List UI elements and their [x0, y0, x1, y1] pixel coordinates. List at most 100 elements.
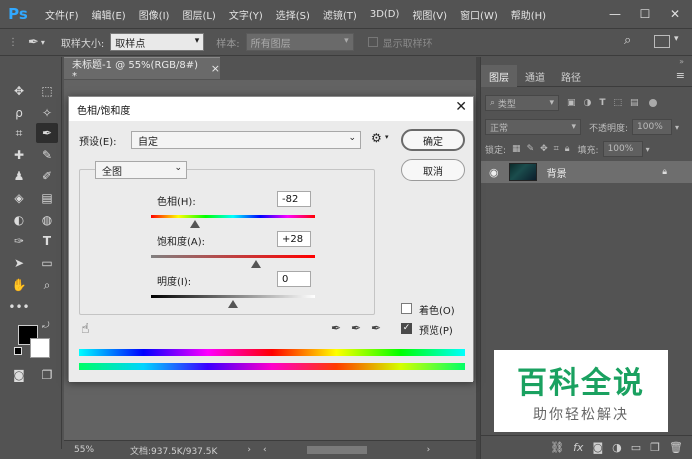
menu-edit[interactable]: 编辑(E)	[92, 7, 126, 22]
gradient-tool-icon[interactable]: ▤	[36, 188, 58, 208]
crop-tool-icon[interactable]: ⌗	[8, 123, 30, 143]
menu-3d[interactable]: 3D(D)	[370, 9, 400, 20]
preset-options-chevron-icon[interactable]: ▾	[385, 133, 389, 141]
hue-input[interactable]: -82	[277, 191, 311, 207]
maximize-button[interactable]: ☐	[630, 0, 660, 28]
hue-slider-thumb[interactable]	[190, 220, 201, 228]
filter-smart-object-icon[interactable]: ▤	[630, 98, 639, 108]
more-tools-icon[interactable]: •••	[8, 297, 30, 317]
new-group-icon[interactable]: ▭	[631, 441, 641, 454]
blend-mode-select[interactable]: 正常 ▾	[485, 119, 581, 135]
tab-channels[interactable]: 通道	[517, 65, 553, 87]
blur-tool-icon[interactable]: ◐	[8, 210, 30, 230]
rectangle-tool-icon[interactable]: ▭	[36, 253, 58, 273]
menu-filter[interactable]: 滤镜(T)	[323, 7, 357, 22]
history-brush-tool-icon[interactable]: ✐	[36, 166, 58, 186]
eyedropper-tool-icon[interactable]: ✒	[28, 35, 39, 50]
menu-file[interactable]: 文件(F)	[45, 7, 79, 22]
channel-select[interactable]: 全图 ⌄	[95, 161, 187, 179]
layer-row-background[interactable]: ◉ 背景 🔒︎	[481, 161, 692, 183]
saturation-input[interactable]: +28	[277, 231, 311, 247]
visibility-eye-icon[interactable]: ◉	[489, 166, 499, 179]
fill-chevron-icon[interactable]: ▾	[646, 145, 650, 154]
menu-image[interactable]: 图像(I)	[139, 7, 170, 22]
eyedropper-minus-icon[interactable]: ✒	[371, 321, 381, 335]
swap-colors-icon[interactable]: ⤾	[42, 321, 50, 331]
menu-select[interactable]: 选择(S)	[276, 7, 310, 22]
tab-paths[interactable]: 路径	[553, 65, 589, 87]
layer-style-icon[interactable]: fx	[573, 441, 583, 454]
default-colors-icon[interactable]	[14, 347, 22, 355]
clone-stamp-tool-icon[interactable]: ♟	[8, 166, 30, 186]
document-tab[interactable]: 未标题-1 @ 55%(RGB/8#) * ×	[64, 57, 220, 82]
ok-button[interactable]: 确定	[401, 129, 465, 151]
delete-layer-icon[interactable]: 🗑︎	[669, 441, 683, 454]
lightness-input[interactable]: 0	[277, 271, 311, 287]
background-color-swatch[interactable]	[30, 338, 50, 358]
preset-options-gear-icon[interactable]: ⚙︎	[371, 131, 382, 145]
preset-select[interactable]: 自定 ⌄	[131, 131, 361, 149]
filter-adjustment-icon[interactable]: ◑	[584, 98, 592, 108]
screen-mode-icon[interactable]: ❐	[36, 365, 58, 385]
magic-wand-tool-icon[interactable]: ✧	[36, 103, 58, 123]
quick-mask-icon[interactable]: ◙	[8, 365, 30, 385]
filter-toggle-icon[interactable]	[648, 99, 657, 107]
eyedropper-plus-icon[interactable]: ✒	[351, 321, 361, 335]
lock-pixels-icon[interactable]: ✎	[527, 144, 535, 154]
layer-mask-icon[interactable]: ◙	[592, 441, 603, 454]
filter-shape-icon[interactable]: ⬚	[614, 98, 623, 108]
colorize-checkbox[interactable]	[401, 303, 412, 314]
scroll-right-icon[interactable]: ›	[427, 445, 431, 455]
dodge-tool-icon[interactable]: ◍	[36, 210, 58, 230]
close-window-button[interactable]: ✕	[660, 0, 690, 28]
sample-select[interactable]: 所有图层 ▾	[245, 33, 354, 51]
lightness-slider-thumb[interactable]	[228, 300, 238, 308]
close-icon[interactable]: ✕	[455, 99, 467, 115]
adjustment-layer-icon[interactable]: ◑	[612, 441, 622, 454]
link-layers-icon[interactable]: ⛓	[550, 441, 564, 454]
search-icon[interactable]: ⌕	[624, 33, 631, 48]
zoom-tool-icon[interactable]: ⌕	[36, 275, 58, 295]
menu-layer[interactable]: 图层(L)	[182, 7, 215, 22]
hand-tool-icon[interactable]: ✋	[8, 275, 30, 295]
type-tool-icon[interactable]: T	[36, 231, 58, 251]
horizontal-scrollbar[interactable]	[306, 446, 367, 454]
marquee-tool-icon[interactable]: ⬚	[36, 81, 58, 101]
eyedropper-tool-icon[interactable]: ✒	[36, 123, 58, 143]
workspace-chevron-icon[interactable]: ▾	[674, 34, 679, 44]
tool-preset-chevron-icon[interactable]: ▾	[41, 38, 45, 47]
menu-view[interactable]: 视图(V)	[412, 7, 447, 22]
fill-field[interactable]: 100%	[602, 141, 643, 157]
new-layer-icon[interactable]: ❐	[650, 441, 660, 454]
lock-artboard-icon[interactable]: ⌗	[554, 144, 559, 154]
lock-all-icon[interactable]: 🔒︎	[565, 144, 570, 154]
lock-transparent-icon[interactable]: ▦	[512, 144, 521, 154]
filter-pixel-icon[interactable]: ▣	[567, 98, 576, 108]
menu-type[interactable]: 文字(Y)	[229, 7, 263, 22]
eraser-tool-icon[interactable]: ◈	[8, 188, 30, 208]
tab-layers[interactable]: 图层	[481, 65, 517, 87]
move-tool-icon[interactable]: ✥	[8, 81, 30, 101]
targeted-adjustment-hand-icon[interactable]: ☝	[81, 321, 90, 337]
filter-type-icon[interactable]: T	[599, 98, 605, 108]
preview-checkbox[interactable]: ✓	[401, 323, 412, 334]
pen-tool-icon[interactable]: ✑	[8, 231, 30, 251]
filter-kind-select[interactable]: ⌕ 类型 ▾	[485, 95, 559, 111]
lightness-slider-track[interactable]	[151, 295, 315, 298]
healing-brush-tool-icon[interactable]: ✚	[8, 145, 30, 165]
hue-slider-track[interactable]	[151, 215, 315, 218]
opacity-chevron-icon[interactable]: ▾	[675, 123, 679, 132]
lasso-tool-icon[interactable]: ρ	[8, 103, 30, 123]
brush-tool-icon[interactable]: ✎	[36, 145, 58, 165]
path-selection-tool-icon[interactable]: ➤	[8, 253, 30, 273]
menu-window[interactable]: 窗口(W)	[460, 7, 498, 22]
show-ring-checkbox[interactable]	[367, 37, 378, 47]
workspace-icon[interactable]	[654, 35, 670, 48]
saturation-slider-thumb[interactable]	[250, 260, 261, 268]
menu-help[interactable]: 帮助(H)	[511, 7, 546, 22]
panel-menu-icon[interactable]: ≡	[676, 69, 685, 82]
eyedropper-icon[interactable]: ✒	[331, 321, 341, 335]
cancel-button[interactable]: 取消	[401, 159, 465, 181]
sample-size-select[interactable]: 取样点 ▾	[110, 33, 205, 51]
zoom-level[interactable]: 55%	[74, 445, 114, 455]
